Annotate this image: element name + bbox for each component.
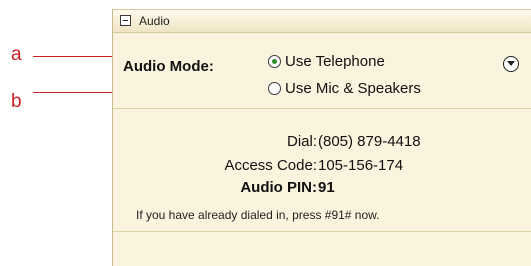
audio-panel: Audio Audio Mode: Use Telephone Use Mic … <box>112 9 531 266</box>
radio-use-mic-speakers[interactable]: Use Mic & Speakers <box>268 80 421 97</box>
radio-use-mic-speakers-label: Use Mic & Speakers <box>285 80 421 97</box>
audio-pin-label: Audio PIN: <box>240 179 317 196</box>
audio-pin-value: 91 <box>318 179 335 196</box>
dial-label: Dial: <box>286 133 317 150</box>
radio-selected-icon[interactable] <box>268 55 281 68</box>
radio-unselected-icon[interactable] <box>268 82 281 95</box>
chevron-down-circle-icon[interactable] <box>503 56 519 72</box>
footer-divider <box>113 231 531 232</box>
access-code-value: 105-156-174 <box>318 157 404 174</box>
dial-in-note: If you have already dialed in, press #91… <box>136 208 380 222</box>
audio-panel-header[interactable]: Audio <box>113 9 531 33</box>
options-divider <box>113 108 531 109</box>
audio-mode-label: Audio Mode: <box>123 58 214 75</box>
audio-panel-title: Audio <box>139 14 170 28</box>
radio-use-telephone-label: Use Telephone <box>285 53 385 70</box>
radio-use-telephone[interactable]: Use Telephone <box>268 53 385 70</box>
access-code-label: Access Code: <box>224 157 317 174</box>
callout-a-label: a <box>11 44 22 65</box>
minus-box-icon[interactable] <box>120 15 131 26</box>
dial-number: (805) 879-4418 <box>318 133 421 150</box>
screenshot-stage: a b Audio Audio Mode: Use Telephone Use … <box>0 0 531 266</box>
callout-b-label: b <box>11 91 22 112</box>
